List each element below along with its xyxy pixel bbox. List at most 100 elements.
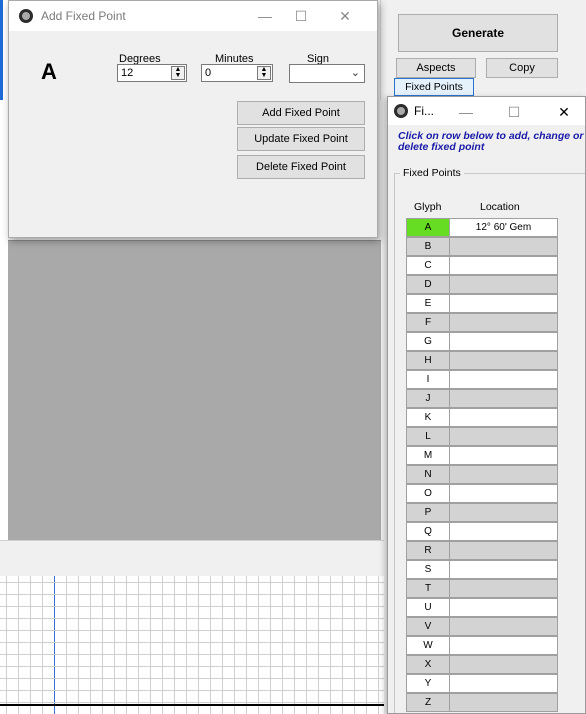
table-row[interactable]: W xyxy=(406,636,558,655)
table-row[interactable]: I xyxy=(406,370,558,389)
location-cell[interactable] xyxy=(450,446,558,465)
location-cell[interactable] xyxy=(450,332,558,351)
table-row[interactable]: Z xyxy=(406,693,558,712)
glyph-cell[interactable]: T xyxy=(406,579,450,598)
sign-dropdown[interactable]: ⌄ xyxy=(289,64,365,83)
delete-fixed-point-button[interactable]: Delete Fixed Point xyxy=(237,155,365,179)
location-cell[interactable] xyxy=(450,389,558,408)
location-cell[interactable] xyxy=(450,294,558,313)
maximize-icon[interactable]: ☐ xyxy=(281,1,321,31)
minutes-value[interactable]: 0 xyxy=(205,67,211,79)
glyph-cell[interactable]: Z xyxy=(406,693,450,712)
glyph-cell[interactable]: M xyxy=(406,446,450,465)
glyph-cell[interactable]: W xyxy=(406,636,450,655)
location-cell[interactable] xyxy=(450,522,558,541)
glyph-cell[interactable]: L xyxy=(406,427,450,446)
glyph-cell[interactable]: X xyxy=(406,655,450,674)
location-cell[interactable] xyxy=(450,674,558,693)
glyph-cell[interactable]: S xyxy=(406,560,450,579)
location-cell[interactable] xyxy=(450,408,558,427)
glyph-cell[interactable]: K xyxy=(406,408,450,427)
chevron-down-icon[interactable]: ⌄ xyxy=(351,66,360,79)
table-row[interactable]: X xyxy=(406,655,558,674)
glyph-cell[interactable]: G xyxy=(406,332,450,351)
location-cell[interactable] xyxy=(450,636,558,655)
glyph-cell[interactable]: U xyxy=(406,598,450,617)
location-cell[interactable] xyxy=(450,484,558,503)
table-row[interactable]: M xyxy=(406,446,558,465)
table-row[interactable]: V xyxy=(406,617,558,636)
table-row[interactable]: A 12° 60' Gem xyxy=(406,218,558,237)
aspects-button[interactable]: Aspects xyxy=(396,58,476,78)
glyph-cell[interactable]: D xyxy=(406,275,450,294)
fixed-points-button[interactable]: Fixed Points xyxy=(394,78,474,96)
table-row[interactable]: D xyxy=(406,275,558,294)
glyph-cell[interactable]: Q xyxy=(406,522,450,541)
spin-arrows-icon[interactable]: ▲ ▼ xyxy=(257,66,271,80)
table-row[interactable]: C xyxy=(406,256,558,275)
location-cell[interactable]: 12° 60' Gem xyxy=(450,218,558,237)
add-fixed-point-button[interactable]: Add Fixed Point xyxy=(237,101,365,125)
table-row[interactable]: H xyxy=(406,351,558,370)
glyph-cell[interactable]: C xyxy=(406,256,450,275)
table-row[interactable]: T xyxy=(406,579,558,598)
glyph-cell[interactable]: O xyxy=(406,484,450,503)
table-row[interactable]: R xyxy=(406,541,558,560)
location-cell[interactable] xyxy=(450,313,558,332)
degrees-stepper[interactable]: 12 ▲ ▼ xyxy=(117,64,187,82)
location-cell[interactable] xyxy=(450,693,558,712)
copy-button[interactable]: Copy xyxy=(486,58,558,78)
location-cell[interactable] xyxy=(450,560,558,579)
glyph-cell[interactable]: F xyxy=(406,313,450,332)
dialog-titlebar[interactable]: Fi... — ☐ ✕ xyxy=(388,97,585,125)
location-cell[interactable] xyxy=(450,465,558,484)
table-row[interactable]: F xyxy=(406,313,558,332)
table-row[interactable]: L xyxy=(406,427,558,446)
glyph-cell[interactable]: I xyxy=(406,370,450,389)
location-cell[interactable] xyxy=(450,579,558,598)
location-cell[interactable] xyxy=(450,370,558,389)
table-row[interactable]: Y xyxy=(406,674,558,693)
glyph-cell[interactable]: H xyxy=(406,351,450,370)
location-cell[interactable] xyxy=(450,237,558,256)
glyph-cell[interactable]: Y xyxy=(406,674,450,693)
minimize-icon[interactable]: — xyxy=(245,1,285,31)
minimize-icon[interactable]: — xyxy=(446,97,486,127)
table-row[interactable]: G xyxy=(406,332,558,351)
spin-arrows-icon[interactable]: ▲ ▼ xyxy=(171,66,185,80)
glyph-cell[interactable]: R xyxy=(406,541,450,560)
location-cell[interactable] xyxy=(450,351,558,370)
degrees-value[interactable]: 12 xyxy=(121,67,133,79)
table-row[interactable]: P xyxy=(406,503,558,522)
table-row[interactable]: U xyxy=(406,598,558,617)
location-cell[interactable] xyxy=(450,541,558,560)
glyph-cell[interactable]: J xyxy=(406,389,450,408)
glyph-cell[interactable]: N xyxy=(406,465,450,484)
table-row[interactable]: N xyxy=(406,465,558,484)
table-row[interactable]: K xyxy=(406,408,558,427)
glyph-cell[interactable]: A xyxy=(406,218,450,237)
location-cell[interactable] xyxy=(450,617,558,636)
table-row[interactable]: Q xyxy=(406,522,558,541)
close-icon[interactable]: ✕ xyxy=(325,1,365,31)
location-cell[interactable] xyxy=(450,503,558,522)
dialog-titlebar[interactable]: Add Fixed Point — ☐ ✕ xyxy=(9,1,377,31)
glyph-cell[interactable]: P xyxy=(406,503,450,522)
glyph-cell[interactable]: V xyxy=(406,617,450,636)
location-cell[interactable] xyxy=(450,427,558,446)
update-fixed-point-button[interactable]: Update Fixed Point xyxy=(237,127,365,151)
location-cell[interactable] xyxy=(450,655,558,674)
table-row[interactable]: J xyxy=(406,389,558,408)
table-row[interactable]: S xyxy=(406,560,558,579)
table-row[interactable]: E xyxy=(406,294,558,313)
glyph-cell[interactable]: B xyxy=(406,237,450,256)
generate-button[interactable]: Generate xyxy=(398,14,558,52)
close-icon[interactable]: ✕ xyxy=(544,97,584,127)
glyph-cell[interactable]: E xyxy=(406,294,450,313)
location-cell[interactable] xyxy=(450,598,558,617)
table-row[interactable]: B xyxy=(406,237,558,256)
table-row[interactable]: O xyxy=(406,484,558,503)
minutes-stepper[interactable]: 0 ▲ ▼ xyxy=(201,64,273,82)
location-cell[interactable] xyxy=(450,256,558,275)
location-cell[interactable] xyxy=(450,275,558,294)
